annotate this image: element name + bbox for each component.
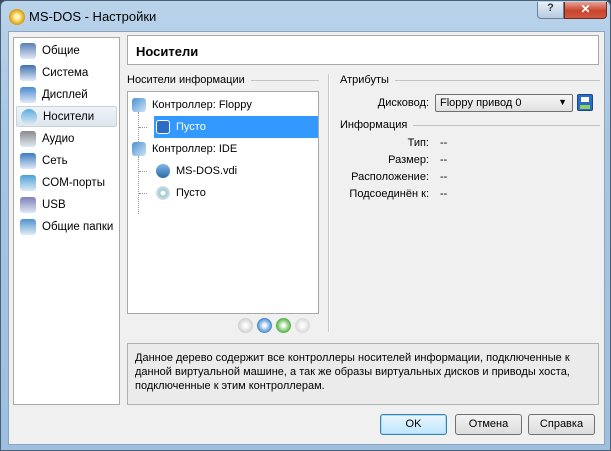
tree-item-label: Пусто [176, 121, 206, 133]
info-row-label: Размер: [388, 154, 429, 166]
audio-icon [20, 130, 36, 147]
sidebar-item-6[interactable]: COM-порты [16, 172, 117, 193]
display-icon [20, 86, 36, 103]
chevron-down-icon: ▼ [558, 97, 567, 107]
sidebar-item-label: Общие папки [42, 220, 114, 233]
shared-folders-icon [20, 218, 36, 235]
drive-label: Дисковод: [377, 97, 429, 109]
storage-icon [21, 108, 37, 125]
tree-item[interactable]: Контроллер: IDE [130, 138, 237, 160]
system-icon [20, 64, 36, 81]
sidebar-item-label: Дисплей [42, 88, 88, 101]
network-icon [20, 152, 36, 169]
sidebar-item-label: Аудио [42, 132, 75, 145]
tree-line [139, 193, 147, 194]
ok-button[interactable]: OK [380, 414, 447, 435]
storage-group-text: Носители информации [127, 74, 245, 86]
info-row-value: -- [440, 171, 448, 183]
attributes-group-text: Атрибуты [340, 74, 389, 86]
app-gear-icon [9, 9, 25, 25]
tree-line [139, 127, 147, 128]
add-attachment-icon[interactable] [276, 318, 291, 333]
sidebar-item-label: Система [42, 66, 89, 79]
settings-sidebar: Общие Система Дисплей Носители Аудио Сеть COM-… [13, 37, 120, 405]
sidebar-item-label: Сеть [42, 154, 68, 167]
attributes-group-label: Атрибуты [340, 74, 600, 86]
tree-line [139, 171, 147, 172]
help-button[interactable]: Справка [528, 414, 595, 435]
window-frame: MS-DOS - Настройки ? ✕ Общие Система Диспл… [0, 0, 611, 451]
help-title-button[interactable]: ? [537, 2, 564, 19]
tree-item[interactable]: Контроллер: Floppy [130, 94, 252, 116]
sidebar-item-label: Общие [42, 44, 80, 57]
sidebar-item-label: USB [42, 198, 66, 211]
tree-item-label: Пусто [176, 187, 206, 199]
info-row-label: Подсоединён к: [349, 188, 429, 200]
info-row-value: -- [440, 137, 448, 149]
drive-select[interactable]: Floppy привод 0 ▼ [435, 94, 573, 112]
tree-line [138, 156, 139, 214]
tree-item[interactable]: Пусто [154, 116, 318, 138]
controller-icon [132, 142, 146, 156]
controller-icon [132, 98, 146, 112]
info-row-label: Расположение: [351, 171, 429, 183]
info-row-value: -- [440, 188, 448, 200]
sidebar-item-7[interactable]: USB [16, 194, 117, 215]
sidebar-item-8[interactable]: Общие папки [16, 216, 117, 237]
sidebar-item-5[interactable]: Сеть [16, 150, 117, 171]
tree-item[interactable]: Пусто [154, 182, 206, 204]
general-icon [20, 42, 36, 59]
hard-disk-icon [156, 164, 170, 178]
close-button[interactable]: ✕ [564, 2, 607, 19]
tree-item-label: Контроллер: Floppy [152, 99, 252, 111]
tree-item[interactable]: MS-DOS.vdi [154, 160, 237, 182]
page-title: Носители [127, 35, 599, 65]
dialog-body: Общие Система Дисплей Носители Аудио Сеть COM-… [8, 31, 605, 445]
info-row-value: -- [440, 154, 448, 166]
info-row-label: Тип: [407, 137, 429, 149]
drive-select-value: Floppy привод 0 [440, 97, 522, 109]
serial-ports-icon [20, 174, 36, 191]
info-group-text: Информация [340, 119, 408, 131]
cd-icon [156, 186, 170, 200]
tree-item-label: Контроллер: IDE [152, 143, 238, 155]
divider [328, 74, 330, 332]
tree-item-label: MS-DOS.vdi [176, 165, 238, 177]
remove-controller-icon[interactable] [257, 318, 272, 333]
floppy-icon [156, 120, 170, 134]
window-title: MS-DOS - Настройки [29, 9, 157, 24]
sidebar-item-4[interactable]: Аудио [16, 128, 117, 149]
sidebar-item-1[interactable]: Система [16, 62, 117, 83]
usb-icon [20, 196, 36, 213]
storage-tree[interactable]: Контроллер: Floppy Пусто Контроллер: IDE MS… [127, 91, 319, 314]
storage-group-label: Носители информации [127, 74, 319, 86]
cancel-button[interactable]: Отмена [455, 414, 522, 435]
description-box: Данное дерево содержит все контроллеры н… [127, 343, 599, 405]
sidebar-item-label: Носители [43, 110, 95, 123]
add-controller-icon[interactable] [238, 318, 253, 333]
remove-attachment-icon[interactable] [295, 318, 310, 333]
sidebar-item-2[interactable]: Дисплей [16, 84, 117, 105]
sidebar-item-3[interactable]: Носители [16, 106, 117, 127]
choose-floppy-icon[interactable] [577, 94, 593, 111]
sidebar-item-label: COM-порты [42, 176, 105, 189]
sidebar-item-0[interactable]: Общие [16, 40, 117, 61]
info-group-label: Информация [340, 119, 600, 131]
